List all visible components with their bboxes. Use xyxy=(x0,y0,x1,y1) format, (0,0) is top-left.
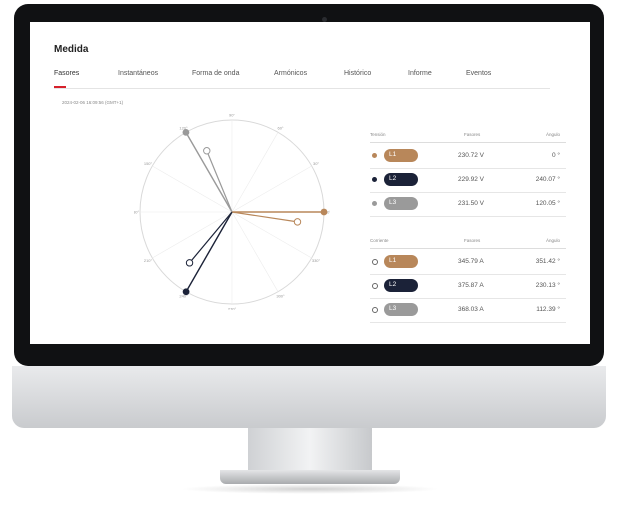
angle-tick-label: 0° xyxy=(327,210,330,215)
voltage-value: 230.72 V xyxy=(458,152,485,159)
current-value: 375.87 A xyxy=(458,282,484,289)
current-phasor-tip xyxy=(293,218,302,226)
tab-fasores[interactable]: Fasores xyxy=(54,70,79,77)
grid-spoke xyxy=(231,211,279,292)
angle-tick-label: 90° xyxy=(229,114,235,118)
l3-hollow-marker-icon xyxy=(372,307,378,313)
tab-forma-de-onda[interactable]: Forma de onda xyxy=(192,70,239,77)
monitor-stand-base xyxy=(220,470,400,484)
phase-pill: L2 xyxy=(384,279,418,292)
monitor-stand xyxy=(248,428,372,472)
l1-marker-icon xyxy=(372,153,377,158)
voltage-col-angle: Ángulo xyxy=(545,132,560,137)
grid-spoke xyxy=(231,211,312,259)
current-col-value: Fasores xyxy=(464,238,481,243)
voltage-angle: 120.05 ° xyxy=(535,200,560,207)
divider xyxy=(370,248,566,249)
timestamp: 2024-02-06 16:09:56 (GMT+1) xyxy=(62,100,124,105)
screen: Medida Fasores Instantáneos Forma de ond… xyxy=(30,22,590,344)
phase-label: L2 xyxy=(389,281,397,288)
angle-tick-label: 330° xyxy=(312,258,321,263)
voltage-table-label: Tensión xyxy=(370,132,386,137)
grid-spoke xyxy=(231,165,312,213)
stand-shadow xyxy=(180,484,440,494)
current-phasor-tip xyxy=(203,147,211,155)
angle-tick-label: 60° xyxy=(277,125,283,130)
l1-hollow-marker-icon xyxy=(372,259,378,265)
active-tab-indicator xyxy=(54,86,66,88)
monitor-chin xyxy=(12,366,606,428)
phase-pill: L2 xyxy=(384,173,418,186)
phase-pill: L1 xyxy=(384,149,418,162)
current-angle: 112.39 ° xyxy=(536,306,560,313)
current-value: 368.03 A xyxy=(458,306,484,313)
voltage-row-l1: L1 230.72 V 0 ° xyxy=(370,144,566,169)
current-phasor-l1 xyxy=(231,211,298,223)
grid-spoke xyxy=(152,165,233,213)
phase-label: L1 xyxy=(389,257,397,264)
tab-eventos[interactable]: Eventos xyxy=(466,70,491,77)
phasor-diagram: 0°30°60°90°120°150°180°210°240°270°300°3… xyxy=(134,114,330,310)
angle-tick-label: 180° xyxy=(134,210,140,215)
current-angle: 351.42 ° xyxy=(535,258,560,265)
divider xyxy=(370,142,566,143)
voltage-phasor-tip xyxy=(320,208,328,216)
phase-label: L1 xyxy=(389,151,397,158)
l3-marker-icon xyxy=(372,201,377,206)
tab-instantaneos[interactable]: Instantáneos xyxy=(118,70,158,77)
voltage-phasor-l2 xyxy=(185,211,233,293)
phase-pill: L1 xyxy=(384,255,418,268)
l2-marker-icon xyxy=(372,177,377,182)
voltage-angle: 0 ° xyxy=(551,152,560,159)
current-row-l1: L1 345.79 A 351.42 ° xyxy=(370,250,566,275)
current-phasor-l3 xyxy=(206,150,233,213)
current-phasor-tip xyxy=(185,259,194,267)
angle-tick-label: 270° xyxy=(228,307,237,311)
voltage-angle: 240.07 ° xyxy=(535,176,560,183)
angle-tick-label: 300° xyxy=(276,294,285,299)
tab-informe[interactable]: Informe xyxy=(408,70,432,77)
current-col-angle: Ángulo xyxy=(545,238,560,243)
current-value: 345.79 A xyxy=(458,258,484,265)
current-phasor-l2 xyxy=(189,211,233,264)
voltage-phasor-l3 xyxy=(185,132,233,213)
phase-label: L3 xyxy=(389,305,397,312)
page-title: Medida xyxy=(54,44,89,55)
voltage-phasor-tip xyxy=(182,128,190,136)
voltage-row-l2: L2 229.92 V 240.07 ° xyxy=(370,168,566,193)
tab-bar: Fasores Instantáneos Forma de onda Armón… xyxy=(54,70,550,89)
grid-spoke xyxy=(231,132,279,213)
grid-spoke xyxy=(152,211,233,259)
l2-hollow-marker-icon xyxy=(372,283,378,289)
voltage-col-value: Fasores xyxy=(464,132,481,137)
current-table-label: Corriente xyxy=(370,238,389,243)
phase-label: L2 xyxy=(389,175,397,182)
voltage-row-l3: L3 231.50 V 120.05 ° xyxy=(370,192,566,217)
current-row-l2: L2 375.87 A 230.13 ° xyxy=(370,274,566,299)
phase-pill: L3 xyxy=(384,197,418,210)
angle-tick-label: 210° xyxy=(144,258,153,263)
tab-historico[interactable]: Histórico xyxy=(344,70,371,77)
voltage-value: 231.50 V xyxy=(458,200,485,207)
angle-tick-label: 150° xyxy=(144,161,153,166)
tab-armonicos[interactable]: Armónicos xyxy=(274,70,307,77)
phase-label: L3 xyxy=(389,199,397,206)
current-angle: 230.13 ° xyxy=(535,282,560,289)
voltage-phasor-tip xyxy=(182,288,190,296)
current-row-l3: L3 368.03 A 112.39 ° xyxy=(370,298,566,323)
phase-pill: L3 xyxy=(384,303,418,316)
angle-tick-label: 30° xyxy=(313,161,319,166)
voltage-value: 229.92 V xyxy=(458,176,485,183)
